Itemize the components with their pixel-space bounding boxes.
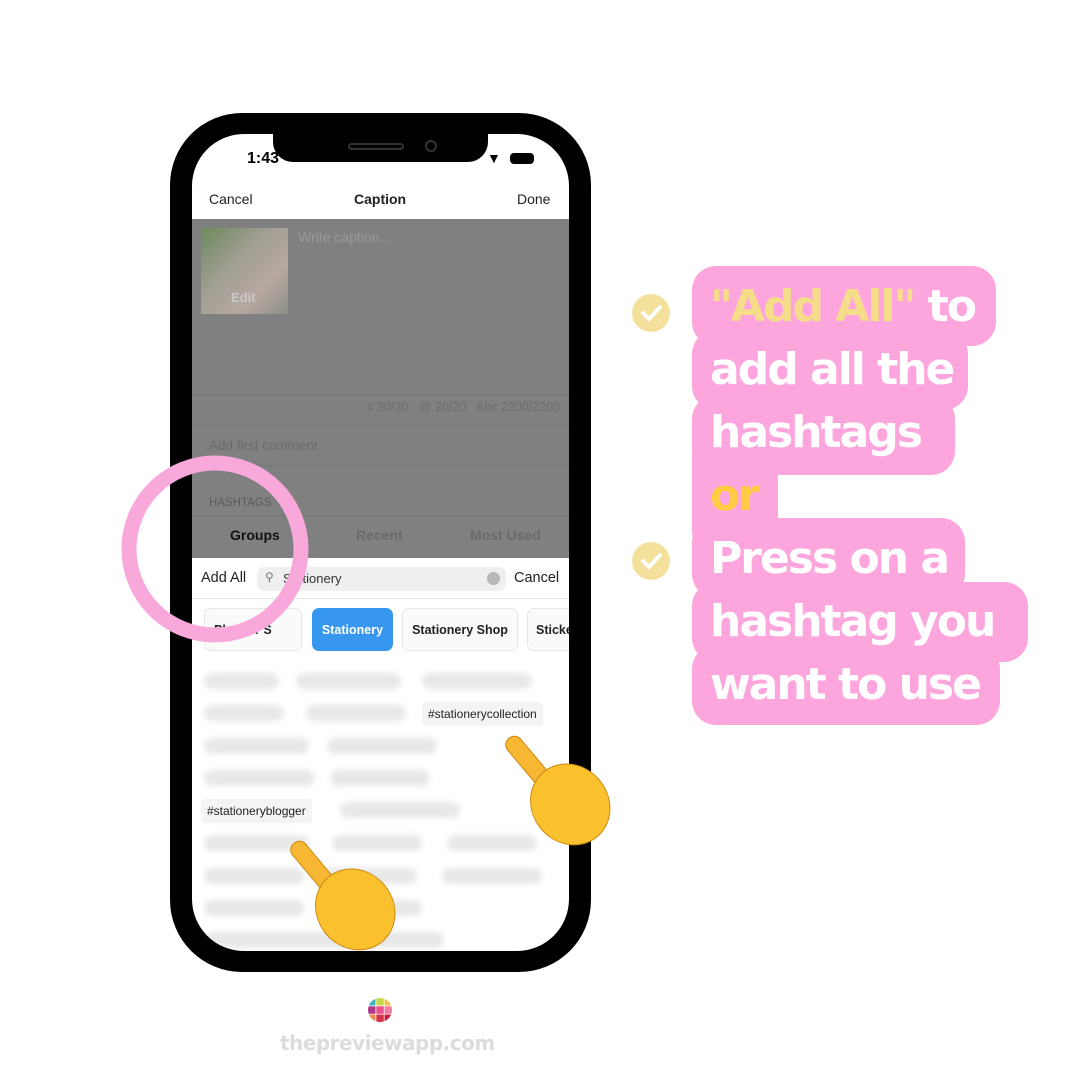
check-icon (632, 542, 670, 580)
callout-line-3: hashtags (710, 407, 923, 458)
pointing-hand-icon (290, 840, 396, 951)
callout-line-2: add all the (710, 344, 955, 395)
callout-line-7: want to use (710, 659, 982, 710)
callout-line-1: "Add All" to (710, 281, 977, 332)
check-icon (632, 294, 670, 332)
callout-or: or (710, 470, 760, 521)
highlight-circle (121, 455, 309, 643)
callout-line-5: Press on a (710, 533, 950, 584)
callout-line-6: hashtag you (710, 596, 996, 647)
pointing-hand-icon (505, 735, 611, 846)
preview-app-logo (368, 998, 392, 1022)
footer-site: thepreviewapp.com (280, 1031, 495, 1055)
